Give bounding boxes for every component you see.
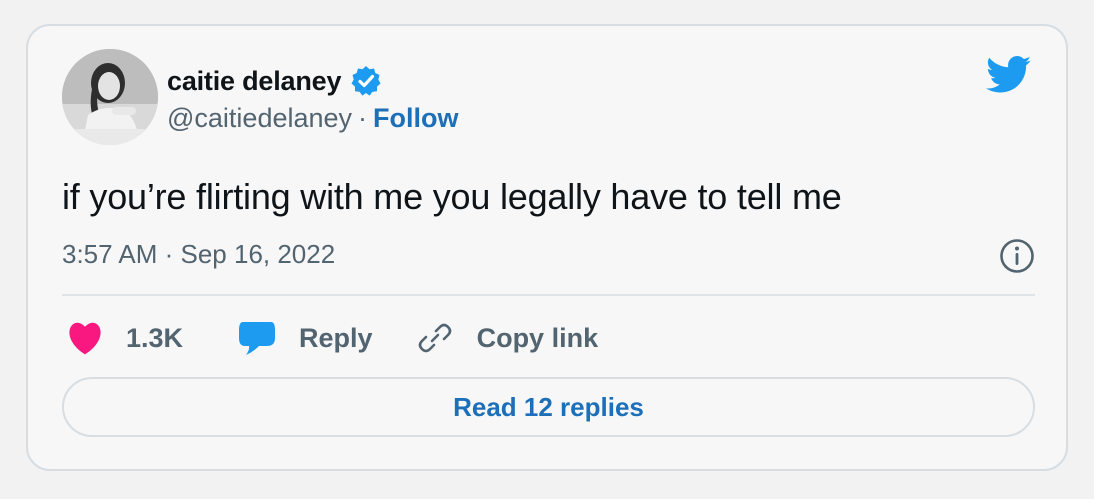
avatar-photo bbox=[62, 49, 158, 145]
display-name[interactable]: caitie delaney bbox=[167, 66, 341, 97]
like-count: 1.3K bbox=[126, 322, 184, 353]
name-row: caitie delaney bbox=[167, 64, 383, 98]
user-handle[interactable]: @caitiedelaney bbox=[167, 103, 352, 134]
twitter-bird-icon[interactable] bbox=[986, 56, 1032, 94]
tweet-card: caitie delaney @caitiedelaney · Follow i… bbox=[26, 24, 1068, 471]
info-icon[interactable] bbox=[999, 238, 1035, 274]
tweet-timestamp[interactable]: 3:57 AM · Sep 16, 2022 bbox=[62, 239, 335, 270]
avatar[interactable] bbox=[62, 49, 158, 145]
follow-button[interactable]: Follow bbox=[373, 103, 458, 134]
divider bbox=[62, 294, 1035, 296]
speech-bubble-icon bbox=[239, 322, 276, 355]
like-button[interactable]: 1.3K bbox=[66, 321, 183, 355]
link-icon bbox=[418, 323, 451, 353]
heart-icon bbox=[69, 322, 101, 355]
copy-link-label: Copy link bbox=[476, 322, 599, 353]
separator-dot: · bbox=[358, 103, 368, 133]
read-replies-label: Read 12 replies bbox=[453, 391, 644, 422]
reply-button[interactable]: Reply bbox=[237, 320, 373, 356]
copy-link-button[interactable]: Copy link bbox=[417, 320, 599, 356]
verified-badge-icon bbox=[349, 64, 383, 98]
reply-label: Reply bbox=[299, 322, 373, 353]
read-replies-button[interactable]: Read 12 replies bbox=[62, 377, 1035, 437]
action-bar: 1.3K Reply Copy link bbox=[66, 316, 598, 360]
tweet-text: if you’re flirting with me you legally h… bbox=[62, 176, 842, 217]
handle-row: @caitiedelaney · Follow bbox=[167, 103, 459, 134]
